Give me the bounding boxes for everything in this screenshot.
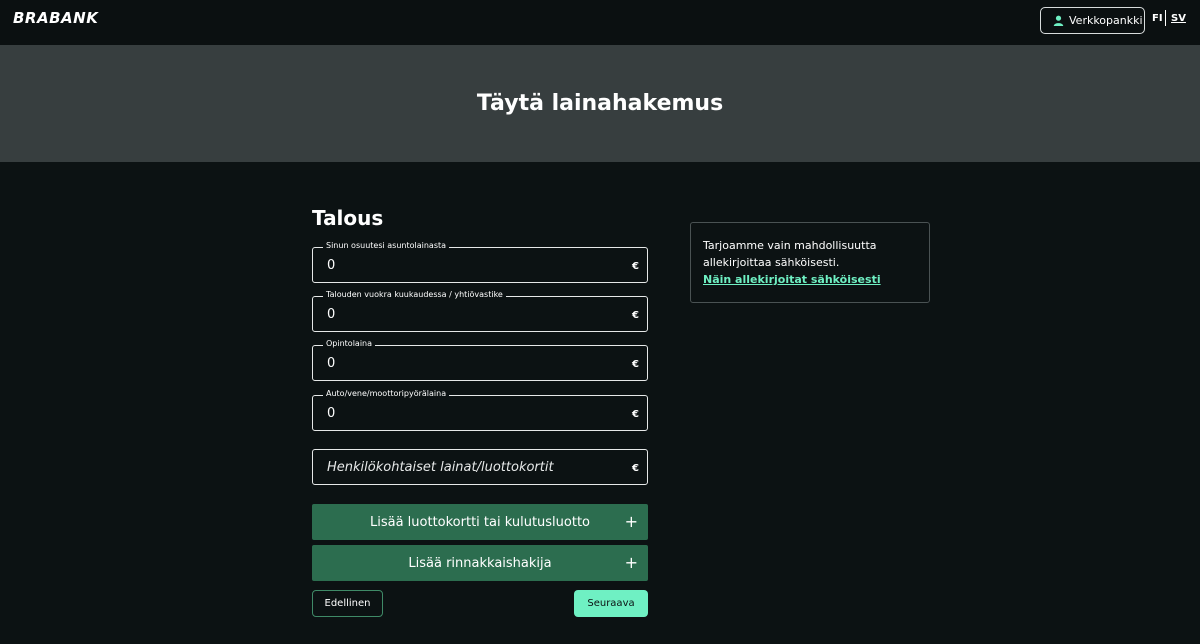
euro-unit: € bbox=[632, 359, 639, 370]
next-button[interactable]: Seuraava bbox=[574, 590, 648, 617]
rent-field[interactable]: Talouden vuokra kuukaudessa / yhtiövasti… bbox=[312, 290, 648, 332]
add-coapplicant-label: Lisää rinnakkaishakija bbox=[408, 555, 552, 571]
top-bar: BRABANK Verkkopankki FI SV bbox=[0, 0, 1200, 45]
add-credit-card-button[interactable]: Lisää luottokortti tai kulutusluotto + bbox=[312, 504, 648, 540]
plus-icon: + bbox=[624, 512, 638, 531]
personal-loans-field[interactable]: € bbox=[312, 449, 648, 485]
netbank-label: Verkkopankki bbox=[1069, 14, 1143, 27]
plus-icon: + bbox=[624, 553, 638, 572]
euro-unit: € bbox=[632, 261, 639, 272]
previous-button[interactable]: Edellinen bbox=[312, 590, 383, 617]
euro-unit: € bbox=[632, 463, 639, 474]
mortgage-share-field[interactable]: Sinun osuutesi asuntolainasta € bbox=[312, 241, 648, 283]
field-label: Talouden vuokra kuukaudessa / yhtiövasti… bbox=[323, 290, 506, 299]
euro-unit: € bbox=[632, 310, 639, 321]
student-loan-field[interactable]: Opintolaina € bbox=[312, 339, 648, 381]
add-coapplicant-button[interactable]: Lisää rinnakkaishakija + bbox=[312, 545, 648, 581]
add-credit-card-label: Lisää luottokortti tai kulutusluotto bbox=[369, 514, 591, 530]
vehicle-loan-field[interactable]: Auto/vene/moottoripyörälaina € bbox=[312, 389, 648, 431]
e-signature-link[interactable]: Näin allekirjoitat sähköisesti bbox=[703, 271, 917, 288]
vehicle-loan-input[interactable] bbox=[327, 404, 607, 422]
section-title: Talous bbox=[312, 206, 384, 230]
language-sv-link[interactable]: SV bbox=[1171, 13, 1186, 24]
hero-banner: Täytä lainahakemus bbox=[0, 45, 1200, 162]
language-fi-link[interactable]: FI bbox=[1152, 13, 1163, 24]
user-icon bbox=[1053, 15, 1064, 26]
e-signature-info-box: Tarjoamme vain mahdollisuutta allekirjoi… bbox=[690, 222, 930, 303]
rent-input[interactable] bbox=[327, 305, 607, 323]
field-label: Opintolaina bbox=[323, 339, 376, 348]
language-divider bbox=[1165, 10, 1166, 26]
mortgage-share-input[interactable] bbox=[327, 256, 607, 274]
brabank-logo[interactable]: BRABANK bbox=[13, 9, 98, 27]
student-loan-input[interactable] bbox=[327, 354, 607, 372]
field-label: Auto/vene/moottoripyörälaina bbox=[323, 389, 450, 398]
page-title: Täytä lainahakemus bbox=[476, 91, 724, 116]
info-text: Tarjoamme vain mahdollisuutta allekirjoi… bbox=[703, 239, 877, 269]
field-label: Sinun osuutesi asuntolainasta bbox=[323, 241, 450, 250]
netbank-button[interactable]: Verkkopankki bbox=[1040, 7, 1145, 34]
euro-unit: € bbox=[632, 409, 639, 420]
personal-loans-input[interactable] bbox=[327, 458, 607, 476]
